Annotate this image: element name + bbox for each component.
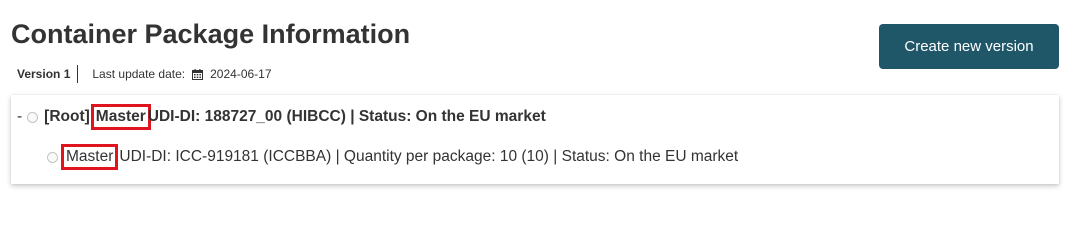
calendar-icon	[192, 68, 204, 80]
child-radio[interactable]	[47, 151, 58, 163]
root-prefix: [Root]	[44, 108, 90, 125]
last-update-date: 2024-06-17	[210, 67, 272, 81]
version-meta: Version 1 Last update date: 2024-06-17	[17, 65, 272, 83]
version-label: Version 1	[17, 67, 71, 81]
master-badge: Master	[90, 104, 151, 130]
collapse-toggle[interactable]: -	[17, 108, 22, 126]
root-radio[interactable]	[27, 111, 39, 123]
master-badge: Master	[60, 144, 119, 170]
root-text: UDI-DI: 188727_00 (HIBCC) | Status: On t…	[147, 108, 546, 125]
package-tree: - [Root] Master UDI-DI: 188727_00 (HIBCC…	[11, 95, 1059, 184]
page-title: Container Package Information	[11, 19, 411, 49]
tree-node-root[interactable]: - [Root] Master UDI-DI: 188727_00 (HIBCC…	[17, 104, 546, 130]
create-new-version-button[interactable]: Create new version	[879, 24, 1059, 69]
tree-node-child[interactable]: Master UDI-DI: ICC-919181 (ICCBBA) | Qua…	[47, 144, 739, 170]
child-text: UDI-DI: ICC-919181 (ICCBBA) | Quantity p…	[119, 148, 739, 165]
last-update-label: Last update date:	[92, 67, 186, 81]
